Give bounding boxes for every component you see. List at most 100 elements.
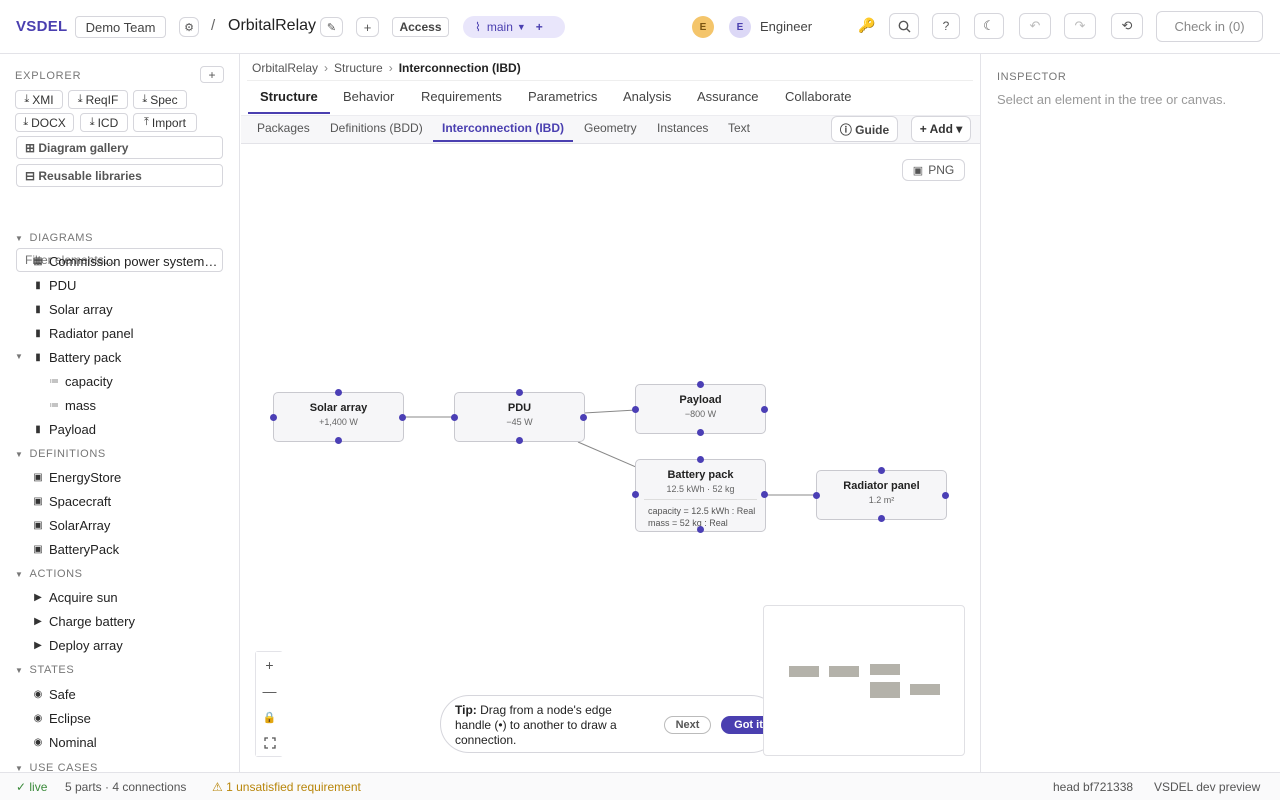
- export-icd-button[interactable]: ⤓ ICD: [80, 113, 128, 132]
- node-payload[interactable]: Payload −800 W: [635, 384, 766, 434]
- tab-requirements[interactable]: Requirements: [421, 89, 502, 104]
- guide-button[interactable]: ⓘ Guide: [831, 116, 898, 142]
- undo-button[interactable]: ↶: [1019, 13, 1051, 39]
- edge-handle[interactable]: [451, 414, 458, 421]
- redo-button[interactable]: ↷: [1064, 13, 1096, 39]
- edge-handle[interactable]: [813, 492, 820, 499]
- export-reqif-button[interactable]: ⤓ ReqIF: [68, 90, 128, 109]
- edge-handle[interactable]: [580, 414, 587, 421]
- new-branch-plus-icon[interactable]: +: [536, 20, 543, 34]
- tip-next-button[interactable]: Next: [664, 716, 711, 734]
- subtab-interconnection-ibd[interactable]: Interconnection (IBD): [442, 121, 564, 135]
- edge-handle[interactable]: [697, 526, 704, 533]
- tree-item-deploy-array[interactable]: ▶ Deploy array: [33, 638, 123, 653]
- tree-item-capacity[interactable]: ≔ capacity: [49, 374, 113, 389]
- search-button[interactable]: [889, 13, 919, 39]
- help-button[interactable]: ?: [932, 13, 960, 39]
- reusable-libraries-button[interactable]: ⊟ Reusable libraries: [16, 164, 223, 187]
- tab-behavior[interactable]: Behavior: [343, 89, 394, 104]
- connection-pdu-payload[interactable]: [583, 409, 637, 414]
- team-settings-button[interactable]: ⚙: [179, 17, 199, 37]
- tree-item-solararray[interactable]: ▣ SolarArray: [33, 518, 110, 533]
- node-pdu[interactable]: PDU −45 W: [454, 392, 585, 442]
- section-diagrams[interactable]: ▼ DIAGRAMS: [15, 232, 93, 244]
- tab-assurance[interactable]: Assurance: [697, 89, 758, 104]
- zoom-out-button[interactable]: —: [256, 678, 283, 704]
- tree-item-commission-diagram[interactable]: ▦ Commission power system…: [33, 254, 217, 269]
- access-button[interactable]: Access: [392, 17, 449, 37]
- edge-handle[interactable]: [878, 515, 885, 522]
- requirement-warning[interactable]: ⚠ 1 unsatisfied requirement: [212, 780, 361, 794]
- explorer-add-button[interactable]: +: [200, 66, 224, 83]
- diagram-gallery-button[interactable]: ⊞ Diagram gallery: [16, 136, 223, 159]
- user-avatar[interactable]: E: [692, 16, 714, 38]
- tree-item-batterypack[interactable]: ▣ BatteryPack: [33, 542, 119, 557]
- check-in-button[interactable]: Check in (0): [1156, 11, 1263, 42]
- edge-handle[interactable]: [878, 467, 885, 474]
- connection-pdu-battery[interactable]: [577, 441, 637, 468]
- edge-handle[interactable]: [761, 491, 768, 498]
- edge-handle[interactable]: [270, 414, 277, 421]
- breadcrumb-item-structure[interactable]: Structure: [334, 61, 383, 75]
- section-use-cases[interactable]: ▼ USE CASES: [15, 762, 98, 772]
- section-actions[interactable]: ▼ ACTIONS: [15, 568, 83, 580]
- subtab-definitions-bdd[interactable]: Definitions (BDD): [330, 121, 423, 135]
- branch-selector[interactable]: ⌇ main ▼ +: [463, 16, 565, 38]
- subtab-text[interactable]: Text: [728, 121, 750, 135]
- rename-project-button[interactable]: ✎: [320, 17, 343, 37]
- lock-button[interactable]: 🔒: [256, 704, 283, 730]
- section-states[interactable]: ▼ STATES: [15, 664, 74, 676]
- brand-logo[interactable]: VSDEL: [16, 18, 68, 35]
- node-battery-pack[interactable]: Battery pack 12.5 kWh · 52 kg capacity =…: [635, 459, 766, 532]
- tab-structure[interactable]: Structure: [260, 89, 318, 104]
- edge-handle[interactable]: [697, 456, 704, 463]
- breadcrumb-item-project[interactable]: OrbitalRelay: [252, 61, 318, 75]
- tree-item-mass[interactable]: ≔ mass: [49, 398, 96, 413]
- history-button[interactable]: ⟲: [1111, 13, 1143, 39]
- edge-handle[interactable]: [335, 437, 342, 444]
- new-project-button[interactable]: +: [356, 17, 379, 37]
- export-spec-button[interactable]: ⤓ Spec: [133, 90, 187, 109]
- tab-collaborate[interactable]: Collaborate: [785, 89, 852, 104]
- edge-handle[interactable]: [942, 492, 949, 499]
- user-role[interactable]: Engineer: [760, 19, 812, 34]
- tree-item-charge-battery[interactable]: ▶ Charge battery: [33, 614, 135, 629]
- export-docx-button[interactable]: ⤓ DOCX: [15, 113, 74, 132]
- tab-analysis[interactable]: Analysis: [623, 89, 671, 104]
- edge-handle[interactable]: [697, 381, 704, 388]
- edge-handle[interactable]: [399, 414, 406, 421]
- tree-item-nominal[interactable]: ◉ Nominal: [33, 735, 97, 750]
- tree-item-spacecraft[interactable]: ▣ Spacecraft: [33, 494, 111, 509]
- edge-handle[interactable]: [516, 389, 523, 396]
- tree-item-battery-pack[interactable]: ▮ Battery pack: [33, 350, 121, 365]
- tree-item-payload[interactable]: ▮ Payload: [33, 422, 96, 437]
- ibd-canvas[interactable]: ▣ PNG Solar array +1,400 W PDU −45 W Payl…: [241, 144, 980, 772]
- edge-handle[interactable]: [632, 406, 639, 413]
- edge-handle[interactable]: [761, 406, 768, 413]
- tree-item-safe[interactable]: ◉ Safe: [33, 687, 76, 702]
- tree-item-solar-array[interactable]: ▮ Solar array: [33, 302, 112, 317]
- role-avatar[interactable]: E: [729, 16, 751, 38]
- tree-item-pdu[interactable]: ▮ PDU: [33, 278, 76, 293]
- edge-handle[interactable]: [335, 389, 342, 396]
- zoom-in-button[interactable]: +: [256, 652, 283, 678]
- edge-handle[interactable]: [632, 491, 639, 498]
- node-solar-array[interactable]: Solar array +1,400 W: [273, 392, 404, 442]
- tree-item-energystore[interactable]: ▣ EnergyStore: [33, 470, 121, 485]
- import-button[interactable]: ⤒ Import: [133, 113, 197, 132]
- theme-toggle-button[interactable]: ☾: [974, 13, 1004, 39]
- add-element-button[interactable]: + Add ▾: [911, 116, 971, 142]
- key-icon[interactable]: 🔑: [858, 17, 875, 34]
- team-selector[interactable]: Demo Team: [75, 16, 166, 38]
- edge-handle[interactable]: [516, 437, 523, 444]
- export-xmi-button[interactable]: ⤓ XMI: [15, 90, 63, 109]
- tree-item-radiator-panel[interactable]: ▮ Radiator panel: [33, 326, 133, 341]
- subtab-geometry[interactable]: Geometry: [584, 121, 637, 135]
- edge-handle[interactable]: [697, 429, 704, 436]
- minimap[interactable]: [763, 605, 965, 756]
- tree-item-acquire-sun[interactable]: ▶ Acquire sun: [33, 590, 118, 605]
- fit-view-button[interactable]: [256, 730, 283, 756]
- node-radiator-panel[interactable]: Radiator panel 1.2 m²: [816, 470, 947, 520]
- section-definitions[interactable]: ▼ DEFINITIONS: [15, 448, 106, 460]
- project-name[interactable]: OrbitalRelay: [228, 17, 316, 35]
